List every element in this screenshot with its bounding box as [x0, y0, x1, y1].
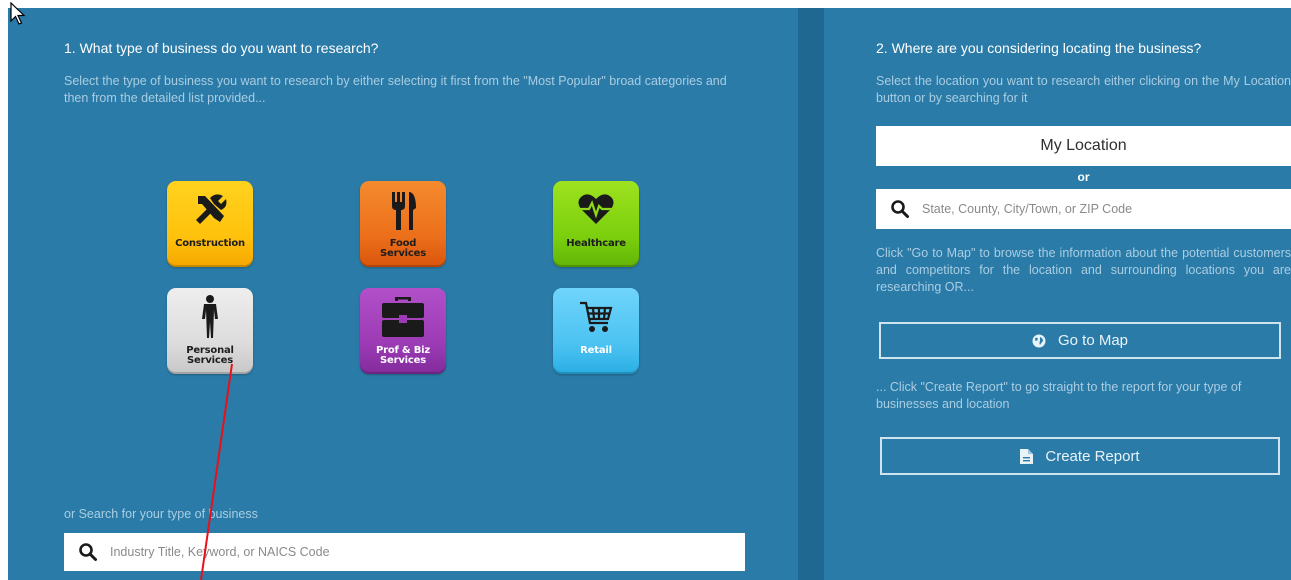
category-label: Retail	[580, 345, 612, 356]
mouse-cursor-icon	[10, 2, 26, 25]
location-heading: 2. Where are you considering locating th…	[876, 40, 1202, 56]
create-report-label: Create Report	[1045, 447, 1140, 465]
document-icon	[1020, 448, 1034, 464]
create-report-description: ... Click "Create Report" to go straight…	[876, 380, 1242, 411]
category-label: Food Services	[380, 238, 426, 259]
business-type-description: Select the type of business you want to …	[64, 74, 727, 105]
location-search-box	[876, 189, 1291, 229]
person-icon	[167, 288, 253, 346]
tools-icon	[167, 181, 253, 239]
category-prof-biz-services[interactable]: Prof & Biz Services	[360, 288, 446, 374]
industry-search-box	[64, 533, 745, 571]
location-search-input[interactable]	[922, 202, 1291, 216]
category-label: Prof & Biz Services	[375, 345, 431, 366]
category-personal-services[interactable]: Personal Services	[167, 288, 253, 374]
category-healthcare[interactable]: Healthcare	[553, 181, 639, 267]
category-construction[interactable]: Construction	[167, 181, 253, 267]
location-description: Select the location you want to research…	[876, 74, 1291, 105]
category-food-services[interactable]: Food Services	[360, 181, 446, 267]
or-separator: or	[1077, 170, 1090, 184]
heart-pulse-icon	[553, 181, 639, 239]
search-icon	[891, 200, 909, 218]
search-icon	[79, 543, 97, 561]
category-label: Construction	[175, 238, 245, 249]
category-label: Healthcare	[566, 238, 626, 249]
fork-knife-icon	[360, 181, 446, 239]
panel-divider	[798, 8, 824, 580]
cart-icon	[553, 288, 639, 346]
category-retail[interactable]: Retail	[553, 288, 639, 374]
go-to-map-label: Go to Map	[1057, 332, 1129, 349]
my-location-button[interactable]: My Location	[876, 126, 1291, 166]
industry-search-input[interactable]	[110, 545, 745, 559]
industry-search-label: or Search for your type of business	[64, 507, 258, 521]
category-label: Personal Services	[186, 345, 234, 366]
go-to-map-button[interactable]: Go to Map	[879, 322, 1281, 359]
create-report-button[interactable]: Create Report	[880, 437, 1280, 475]
go-to-map-description: Click "Go to Map" to browse the informat…	[876, 246, 1291, 294]
briefcase-icon	[360, 288, 446, 346]
globe-icon	[1032, 334, 1046, 347]
business-type-heading: 1. What type of business do you want to …	[64, 40, 379, 56]
